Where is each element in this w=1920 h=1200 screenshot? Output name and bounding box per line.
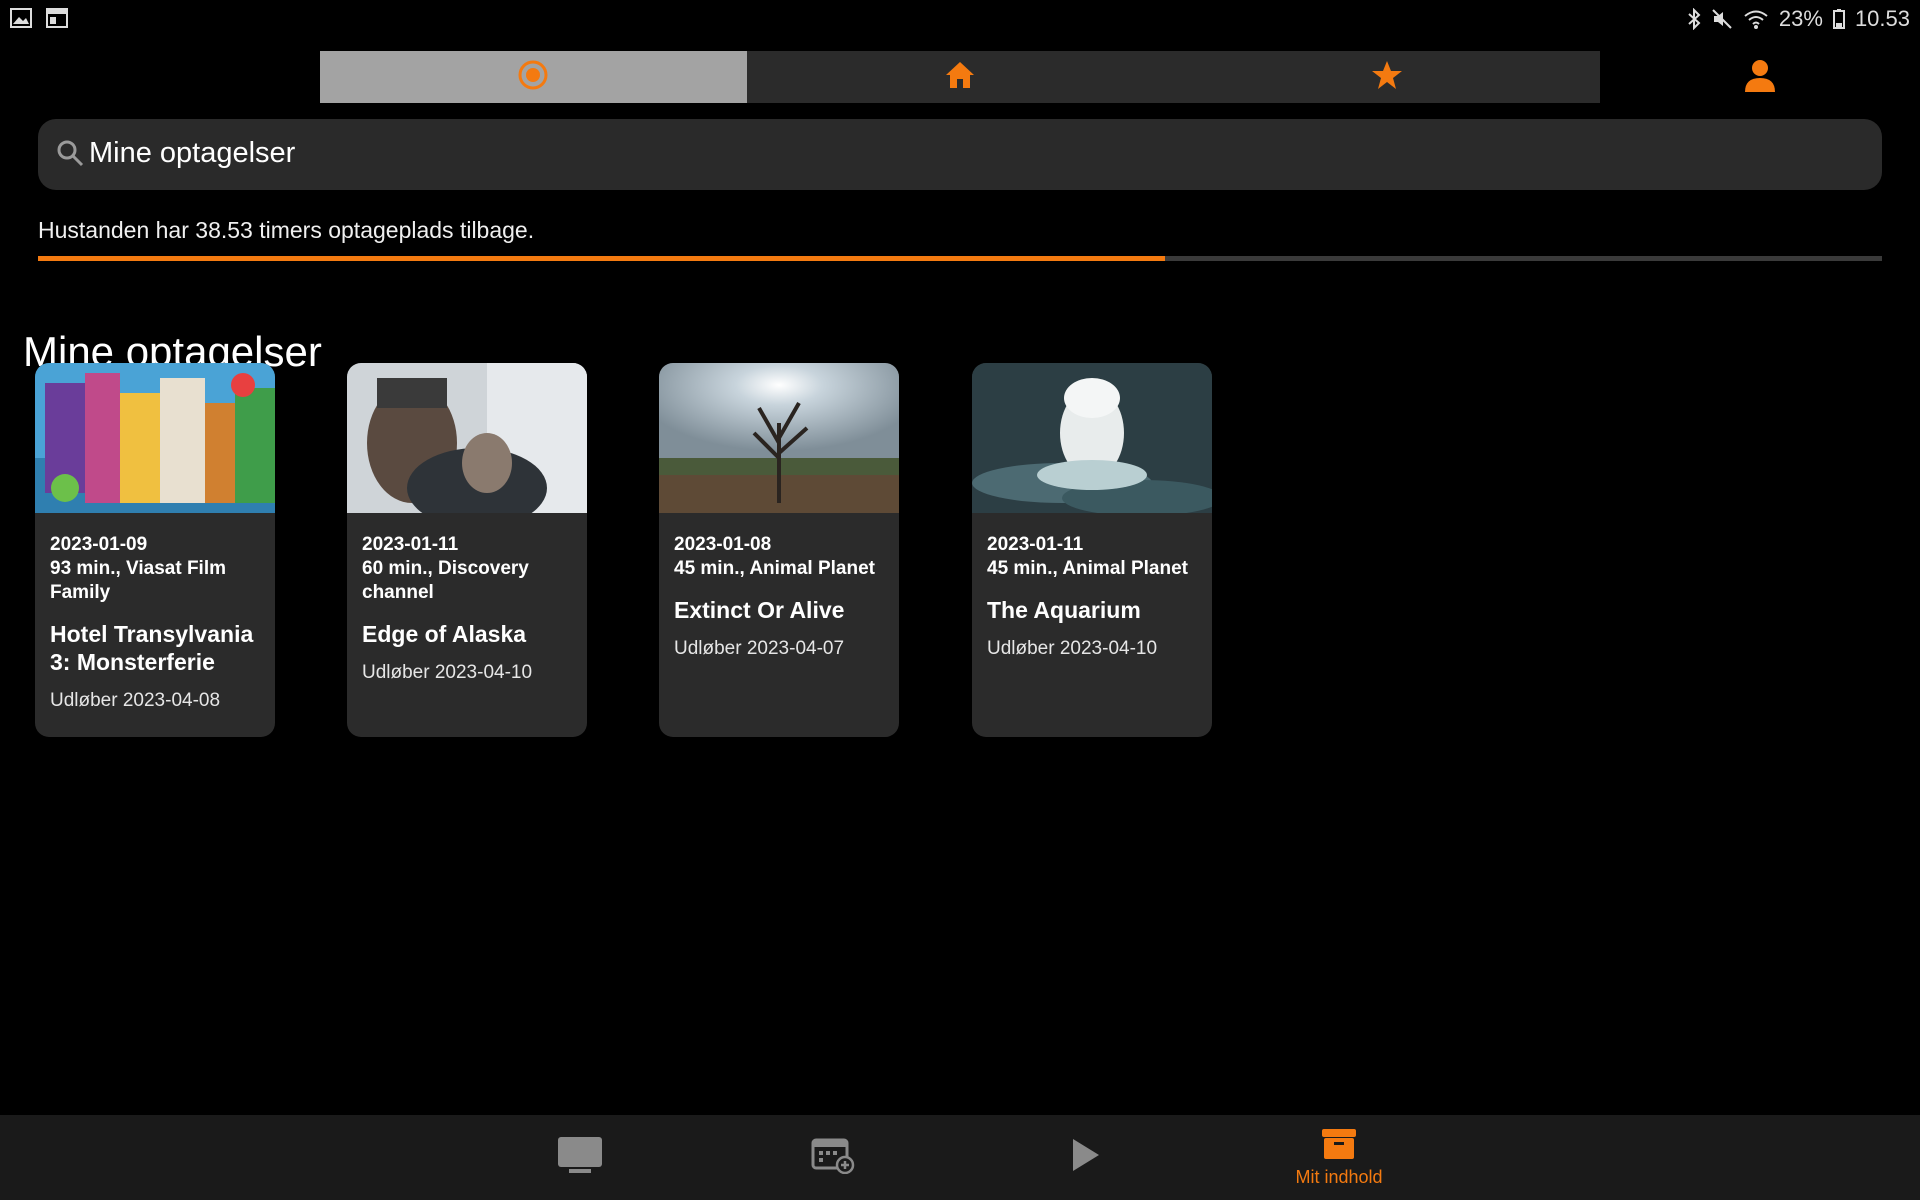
battery-percent: 23% [1778,6,1823,31]
calendar-add-icon [811,1136,855,1179]
recording-date: 2023-01-09 [50,534,148,555]
recording-expiry: Udløber 2023-04-07 [674,638,845,659]
mute-icon [1711,8,1733,30]
recording-thumbnail [35,363,275,513]
recording-meta: 60 min., Discovery channel [362,558,529,603]
recording-thumbnail [347,363,587,513]
nav-tv-guide[interactable] [758,1115,908,1200]
recording-expiry: Udløber 2023-04-08 [50,690,221,711]
recording-title: Edge of Alaska [362,621,527,647]
status-bar: 23% 10.53 [0,0,1920,38]
recording-expiry: Udløber 2023-04-10 [362,662,533,683]
recording-meta: 45 min., Animal Planet [674,558,875,579]
clock: 10.53 [1854,6,1910,31]
home-icon [944,60,976,95]
recording-date: 2023-01-11 [362,534,459,555]
tab-home[interactable] [746,51,1174,103]
archive-box-icon [1321,1128,1357,1165]
search-input[interactable]: Mine optagelser [89,137,295,170]
recording-meta: 93 min., Viasat Film Family [50,558,227,603]
battery-icon [1832,9,1845,29]
star-icon [1371,60,1403,95]
gallery-icon [10,8,32,28]
recording-date: 2023-01-08 [674,534,772,555]
nav-play[interactable] [1010,1115,1160,1200]
top-tab-bar [320,51,1601,103]
tab-recordings[interactable] [320,51,747,103]
storage-quota-bar [38,256,1882,261]
bluetooth-icon [1687,8,1701,30]
recording-thumbnail [972,363,1212,513]
recording-card[interactable]: 2023-01-11 60 min., Discovery channel Ed… [347,363,587,737]
recording-card[interactable]: 2023-01-08 45 min., Animal Planet Extinc… [659,363,899,737]
recording-title: The Aquarium [987,597,1141,623]
nav-label: Mit indhold [1295,1166,1383,1187]
nav-my-content[interactable]: Mit indhold [1264,1115,1414,1200]
record-icon [516,58,550,97]
recording-expiry: Udløber 2023-04-10 [987,638,1158,659]
recording-title: Hotel Transylvania 3: Monsterferie [50,621,254,675]
tv-icon [557,1136,603,1179]
recording-title: Extinct Or Alive [674,597,845,623]
screen-icon [46,8,68,28]
wifi-icon [1743,8,1769,30]
storage-quota-fill [38,256,1165,261]
search-bar[interactable]: Mine optagelser [38,119,1882,190]
tab-favorites[interactable] [1173,51,1601,103]
recording-card[interactable]: 2023-01-09 93 min., Viasat Film Family H… [35,363,275,737]
storage-quota-text: Hustanden har 38.53 timers optageplads t… [38,217,535,243]
recording-date: 2023-01-11 [987,534,1084,555]
person-icon [1744,59,1776,98]
search-icon [56,139,84,172]
recording-card[interactable]: 2023-01-11 45 min., Animal Planet The Aq… [972,363,1212,737]
recording-meta: 45 min., Animal Planet [987,558,1188,579]
recording-thumbnail [659,363,899,513]
bottom-nav: Mit indhold [0,1115,1920,1200]
profile-button[interactable] [1735,57,1785,99]
nav-tv[interactable] [505,1115,655,1200]
play-icon [1069,1137,1101,1178]
